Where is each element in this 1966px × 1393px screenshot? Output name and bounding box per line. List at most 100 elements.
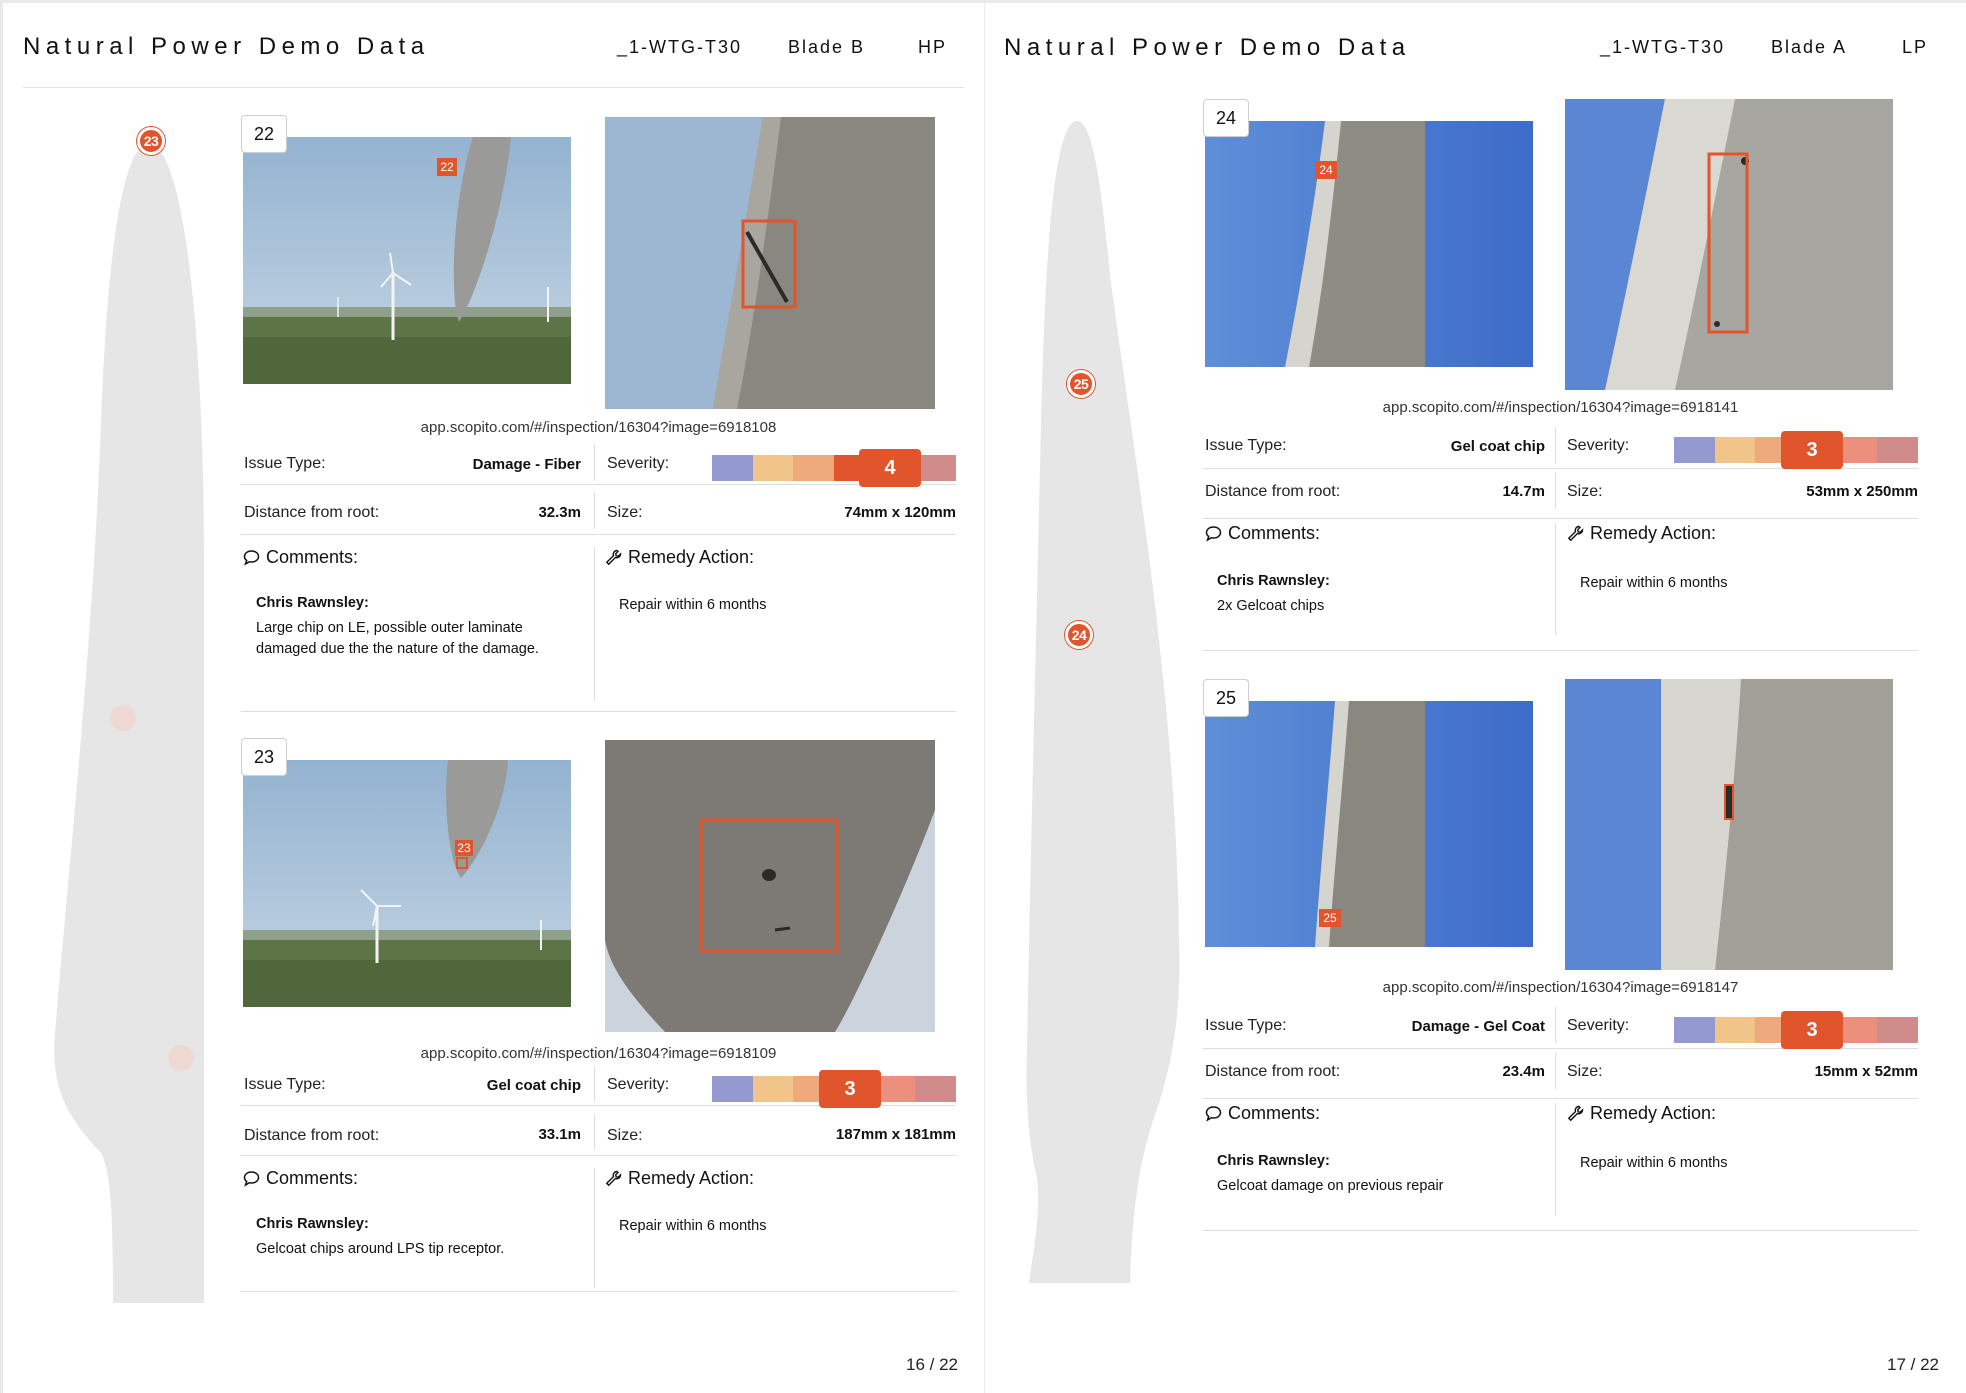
- issue-type-value: Damage - Gel Coat: [1411, 1018, 1545, 1035]
- card-divider: [1203, 1230, 1918, 1231]
- comment-author: Chris Rawnsley:: [1217, 1153, 1330, 1169]
- issue-type-value: Damage - Fiber: [472, 456, 581, 473]
- card-divider: [241, 1291, 956, 1292]
- severity-badge: 3: [819, 1070, 881, 1108]
- damage-number: 23: [241, 738, 287, 776]
- remedy-text: Repair within 6 months: [619, 1218, 767, 1234]
- remedy-label: Remedy Action:: [628, 547, 755, 567]
- size-value: 53mm x 250mm: [1806, 483, 1918, 500]
- remedy-text: Repair within 6 months: [619, 597, 767, 613]
- inspection-link[interactable]: app.scopito.com/#/inspection/16304?image…: [241, 419, 956, 436]
- size-label: Size:: [1567, 483, 1603, 500]
- size-label: Size:: [1567, 1063, 1603, 1080]
- inspection-link[interactable]: app.scopito.com/#/inspection/16304?image…: [1203, 979, 1918, 996]
- speech-bubble-icon: [1205, 526, 1222, 542]
- turbine-id: _1-WTG-T30: [1600, 37, 1726, 57]
- section-divider: [1555, 1103, 1556, 1215]
- remedy-label: Remedy Action:: [1590, 1103, 1717, 1123]
- comment-text: Gelcoat damage on previous repair: [1217, 1178, 1444, 1194]
- blade-marker-ghost: [168, 1045, 194, 1071]
- comments-heading: Comments:: [1205, 523, 1320, 544]
- distance-label: Distance from root:: [244, 504, 380, 521]
- damage-number: 25: [1203, 679, 1249, 717]
- remedy-heading: Remedy Action:: [1567, 523, 1716, 544]
- overview-photo[interactable]: 22: [243, 137, 571, 384]
- issue-type-label: Issue Type:: [1205, 437, 1287, 454]
- row-divider: [594, 1066, 595, 1102]
- report-page-16: Natural Power Demo Data _1-WTG-T30 Blade…: [3, 3, 984, 1393]
- severity-badge: 3: [1781, 431, 1843, 469]
- section-divider: [594, 1168, 595, 1288]
- image-tag: 25: [1323, 911, 1337, 925]
- issue-type-value: Gel coat chip: [486, 1077, 581, 1094]
- issue-type-label: Issue Type:: [244, 1076, 326, 1093]
- comment-text: Large chip on LE, possible outer laminat…: [256, 620, 539, 657]
- row-divider: [594, 493, 595, 529]
- remedy-heading: Remedy Action:: [605, 547, 754, 568]
- size-label: Size:: [607, 1127, 643, 1144]
- page-number: 17 / 22: [1887, 1355, 1939, 1374]
- distance-value: 33.1m: [538, 1126, 581, 1143]
- row-divider: [1555, 1053, 1556, 1089]
- blade-marker[interactable]: 25: [1067, 370, 1095, 398]
- comments-label: Comments:: [1228, 1103, 1321, 1123]
- comments-label: Comments:: [1228, 523, 1321, 543]
- image-tag: 24: [1319, 163, 1333, 177]
- card-divider: [241, 711, 956, 712]
- image-tag: 23: [457, 841, 471, 855]
- severity-label: Severity:: [1567, 1017, 1630, 1034]
- section-divider: [594, 547, 595, 701]
- severity-badge: 3: [1781, 1011, 1843, 1049]
- overview-photo[interactable]: 24: [1205, 121, 1533, 367]
- size-value: 74mm x 120mm: [844, 504, 956, 521]
- blade-marker-ghost: [110, 705, 136, 731]
- speech-bubble-icon: [243, 1171, 260, 1187]
- comments-label: Comments:: [266, 1168, 359, 1188]
- severity-badge: 4: [859, 449, 921, 487]
- blade-side: HP: [918, 37, 948, 57]
- blade-marker[interactable]: 23: [137, 127, 165, 155]
- speech-bubble-icon: [243, 550, 260, 566]
- wrench-icon: [605, 1170, 622, 1187]
- blade-diagram: [1026, 121, 1180, 1283]
- comment-author: Chris Rawnsley:: [1217, 573, 1330, 589]
- remedy-label: Remedy Action:: [1590, 523, 1717, 543]
- section-divider: [1555, 523, 1556, 635]
- wrench-icon: [1567, 525, 1584, 542]
- distance-value: 23.4m: [1502, 1063, 1545, 1080]
- damage-number: 24: [1203, 99, 1249, 137]
- speech-bubble-icon: [1205, 1106, 1222, 1122]
- distance-row: Distance from root: 23.4m Size: 15mm x 5…: [1203, 1049, 1918, 1099]
- overview-photo[interactable]: 23: [243, 760, 571, 1007]
- remedy-heading: Remedy Action:: [1567, 1103, 1716, 1124]
- comment-author: Chris Rawnsley:: [256, 595, 369, 611]
- closeup-photo[interactable]: [605, 740, 935, 1032]
- remedy-text: Repair within 6 months: [1580, 575, 1728, 591]
- issue-row: Issue Type: Damage - Fiber Severity: 4: [241, 437, 957, 487]
- wrench-icon: [605, 549, 622, 566]
- size-value: 187mm x 181mm: [835, 1126, 956, 1143]
- distance-value: 32.3m: [538, 504, 581, 521]
- closeup-photo[interactable]: [1565, 679, 1893, 970]
- size-value: 15mm x 52mm: [1814, 1063, 1918, 1080]
- overview-photo[interactable]: 25: [1205, 701, 1533, 947]
- row-divider: [1555, 473, 1556, 509]
- severity-label: Severity:: [1567, 437, 1630, 454]
- distance-row: Distance from root: 33.1m Size: 187mm x …: [241, 1106, 956, 1156]
- report-page-17: Natural Power Demo Data _1-WTG-T30 Blade…: [985, 3, 1966, 1393]
- closeup-photo[interactable]: [1565, 99, 1893, 390]
- severity-label: Severity:: [607, 455, 670, 472]
- remedy-label: Remedy Action:: [628, 1168, 755, 1188]
- closeup-photo[interactable]: [605, 117, 935, 409]
- severity-label: Severity:: [607, 1076, 670, 1093]
- issue-row: Issue Type: Gel coat chip Severity: 3: [1203, 421, 1919, 469]
- comment-author: Chris Rawnsley:: [256, 1216, 369, 1232]
- damage-card: 22 22 app.scopito.com/#/inspection/16304…: [241, 115, 957, 715]
- comments-heading: Comments:: [243, 547, 358, 568]
- blade-marker[interactable]: 24: [1065, 621, 1093, 649]
- issue-type-label: Issue Type:: [244, 455, 326, 472]
- distance-label: Distance from root:: [1205, 1063, 1341, 1080]
- turbine-id: _1-WTG-T30: [617, 37, 743, 57]
- inspection-link[interactable]: app.scopito.com/#/inspection/16304?image…: [1203, 399, 1918, 416]
- row-divider: [594, 1114, 595, 1150]
